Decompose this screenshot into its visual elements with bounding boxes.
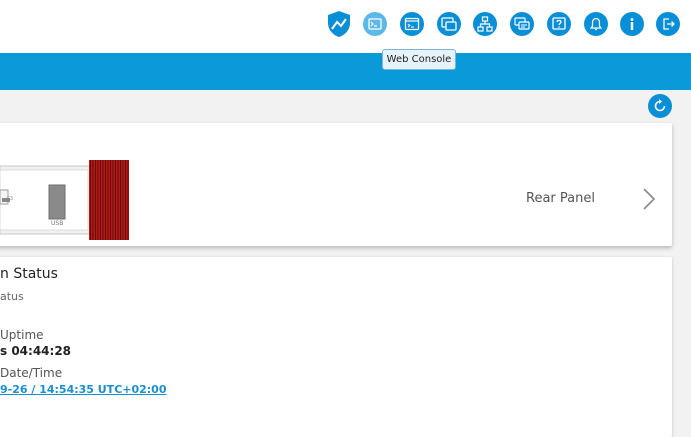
heatsink-fin [122,160,124,240]
rear-panel-label[interactable]: Rear Panel [526,191,595,206]
heatsink-fin [112,160,114,240]
heatsink-fin [100,160,101,240]
datetime-link[interactable]: 9-26 / 14:54:35 UTC+02:00 [0,383,167,396]
tooltip: Web Console [382,49,456,70]
chat-icon[interactable] [510,12,534,36]
status-title: n Status [0,266,58,282]
port-label-usb: USB [51,220,64,227]
heatsink-fin [102,160,104,240]
logout-icon[interactable] [656,12,680,36]
header-bar [0,53,691,90]
bell-icon[interactable] [584,12,608,36]
heatsink-fin [95,160,96,240]
datetime-label: Date/Time [0,366,63,380]
heatsink-fin [92,160,94,240]
svg-text:F3: F3 [7,196,13,202]
shield-icon[interactable] [326,10,352,38]
info-icon[interactable] [620,12,644,36]
uptime-value: s 04:44:28 [0,344,72,358]
refresh-icon[interactable] [648,94,672,118]
heatsink-fin [107,160,109,240]
web-console-icon[interactable] [400,12,424,36]
network-icon[interactable] [473,12,497,36]
heatsink-fin [117,160,119,240]
windows-icon[interactable] [437,12,461,36]
chevron-right-icon[interactable] [641,186,657,212]
system-status-card [0,257,672,437]
heatsink-fin [115,160,116,240]
status-subtitle: atus [0,290,24,303]
heatsink-fin [90,160,91,240]
terminal-icon[interactable] [363,12,387,36]
heatsink-fin [127,160,129,240]
heatsink-fin [97,160,99,240]
heatsink-fin [110,160,111,240]
device-rear-image: F3 USB [0,160,129,240]
heatsink-fin [120,160,121,240]
help-icon[interactable] [547,12,571,36]
uptime-label: Uptime [0,328,44,342]
heatsink-fin [125,160,126,240]
heatsink-fin [105,160,106,240]
